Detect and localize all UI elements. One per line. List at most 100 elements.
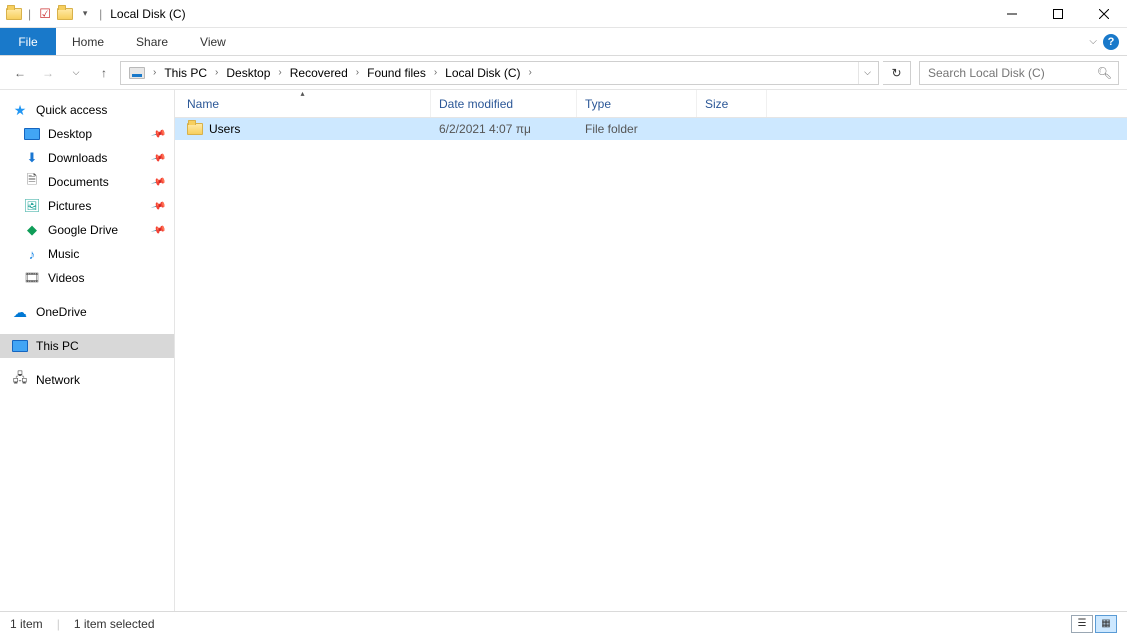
column-header-name[interactable]: Name ▴	[175, 90, 431, 117]
pin-icon: 📌	[150, 222, 166, 238]
title-bar: | ☑ ▾ | Local Disk (C)	[0, 0, 1127, 28]
sidebar-item-label: Music	[48, 247, 79, 261]
pin-icon: 📌	[150, 126, 166, 142]
breadcrumb-local-disk[interactable]: Local Disk (C)	[439, 62, 526, 84]
file-type: File folder	[577, 122, 697, 136]
refresh-button[interactable]: ↻	[883, 61, 911, 85]
window-title: Local Disk (C)	[110, 7, 185, 21]
sidebar-label: OneDrive	[36, 305, 87, 319]
recent-locations-button[interactable]: ⌵	[64, 61, 88, 85]
large-icons-view-button[interactable]: ▦	[1095, 615, 1117, 633]
file-row[interactable]: Users 6/2/2021 4:07 πμ File folder	[175, 118, 1127, 140]
sidebar-item-documents[interactable]: 🗎 Documents 📌	[0, 170, 174, 194]
column-headers: Name ▴ Date modified Type Size	[175, 90, 1127, 118]
sidebar-item-label: Documents	[48, 175, 109, 189]
document-icon: 🗎	[24, 174, 40, 190]
status-divider: |	[57, 617, 60, 631]
sidebar-item-label: Google Drive	[48, 223, 118, 237]
column-header-size[interactable]: Size	[697, 90, 767, 117]
search-icon: 🔍︎	[1097, 66, 1112, 80]
back-button[interactable]: ←	[8, 61, 32, 85]
sidebar-quick-access[interactable]: ★ Quick access	[0, 98, 174, 122]
download-icon: ⬇	[24, 150, 40, 166]
address-dropdown-icon[interactable]: ⌵	[858, 62, 876, 84]
breadcrumb-this-pc[interactable]: This PC	[158, 62, 213, 84]
sidebar-item-label: Pictures	[48, 199, 91, 213]
file-tab[interactable]: File	[0, 28, 56, 55]
navigation-bar: ← → ⌵ ↑ › This PC › Desktop › Recovered …	[0, 56, 1127, 90]
navigation-pane: ★ Quick access Desktop 📌 ⬇ Downloads 📌 🗎…	[0, 90, 175, 611]
cloud-icon: ☁	[12, 304, 28, 320]
breadcrumb-found-files[interactable]: Found files	[361, 62, 432, 84]
address-root-icon[interactable]	[123, 62, 151, 84]
music-icon: ♪	[24, 246, 40, 262]
tab-share[interactable]: Share	[120, 28, 184, 55]
desktop-icon	[24, 126, 40, 142]
network-icon: 🖧	[12, 372, 28, 388]
sidebar-item-music[interactable]: ♪ Music	[0, 242, 174, 266]
details-view-button[interactable]: ☰	[1071, 615, 1093, 633]
qat-separator: |	[99, 7, 102, 21]
column-label: Name	[187, 97, 219, 111]
sidebar-label: This PC	[36, 339, 79, 353]
sidebar-item-downloads[interactable]: ⬇ Downloads 📌	[0, 146, 174, 170]
folder-icon	[6, 6, 22, 22]
video-icon: 🎞	[24, 270, 40, 286]
up-button[interactable]: ↑	[92, 61, 116, 85]
pin-icon: 📌	[150, 150, 166, 166]
chevron-right-icon[interactable]: ›	[527, 67, 534, 78]
qat-dropdown-icon[interactable]: ▾	[77, 6, 93, 22]
breadcrumb-desktop[interactable]: Desktop	[220, 62, 276, 84]
star-icon: ★	[12, 102, 28, 118]
file-list-pane: Name ▴ Date modified Type Size Users 6/2…	[175, 90, 1127, 611]
status-item-count: 1 item	[10, 617, 43, 631]
chevron-right-icon[interactable]: ›	[151, 67, 158, 78]
sidebar-label: Quick access	[36, 103, 107, 117]
help-icon[interactable]: ?	[1103, 34, 1119, 50]
close-button[interactable]	[1081, 0, 1127, 28]
sidebar-network[interactable]: 🖧 Network	[0, 368, 174, 392]
ribbon-expand-icon[interactable]: ⌵	[1089, 36, 1097, 47]
sidebar-this-pc[interactable]: This PC	[0, 334, 174, 358]
properties-icon[interactable]: ☑	[37, 6, 53, 22]
tab-view[interactable]: View	[184, 28, 242, 55]
qat-separator: |	[28, 7, 31, 21]
sort-ascending-icon: ▴	[300, 89, 304, 98]
chevron-right-icon[interactable]: ›	[276, 67, 283, 78]
gdrive-icon: ◆	[24, 222, 40, 238]
sidebar-item-desktop[interactable]: Desktop 📌	[0, 122, 174, 146]
tab-home[interactable]: Home	[56, 28, 120, 55]
sidebar-item-pictures[interactable]: 🖼 Pictures 📌	[0, 194, 174, 218]
minimize-button[interactable]	[989, 0, 1035, 28]
folder-icon[interactable]	[57, 6, 73, 22]
status-selected-count: 1 item selected	[74, 617, 155, 631]
file-name: Users	[209, 122, 240, 136]
file-date: 6/2/2021 4:07 πμ	[431, 122, 577, 136]
sidebar-item-label: Downloads	[48, 151, 107, 165]
chevron-right-icon[interactable]: ›	[432, 67, 439, 78]
maximize-button[interactable]	[1035, 0, 1081, 28]
folder-icon	[187, 121, 203, 137]
column-header-date[interactable]: Date modified	[431, 90, 577, 117]
search-box[interactable]: 🔍︎	[919, 61, 1119, 85]
chevron-right-icon[interactable]: ›	[354, 67, 361, 78]
pin-icon: 📌	[150, 174, 166, 190]
forward-button[interactable]: →	[36, 61, 60, 85]
picture-icon: 🖼	[24, 198, 40, 214]
breadcrumb-recovered[interactable]: Recovered	[284, 62, 354, 84]
chevron-right-icon[interactable]: ›	[213, 67, 220, 78]
computer-icon	[12, 338, 28, 354]
ribbon-tabs: File Home Share View ⌵ ?	[0, 28, 1127, 56]
address-bar[interactable]: › This PC › Desktop › Recovered › Found …	[120, 61, 879, 85]
sidebar-item-label: Desktop	[48, 127, 92, 141]
pin-icon: 📌	[150, 198, 166, 214]
sidebar-item-videos[interactable]: 🎞 Videos	[0, 266, 174, 290]
sidebar-item-label: Videos	[48, 271, 84, 285]
sidebar-item-google-drive[interactable]: ◆ Google Drive 📌	[0, 218, 174, 242]
column-header-type[interactable]: Type	[577, 90, 697, 117]
sidebar-onedrive[interactable]: ☁ OneDrive	[0, 300, 174, 324]
search-input[interactable]	[926, 65, 1097, 81]
sidebar-label: Network	[36, 373, 80, 387]
quick-access-toolbar: | ☑ ▾ |	[0, 6, 104, 22]
status-bar: 1 item | 1 item selected ☰ ▦	[0, 611, 1127, 635]
